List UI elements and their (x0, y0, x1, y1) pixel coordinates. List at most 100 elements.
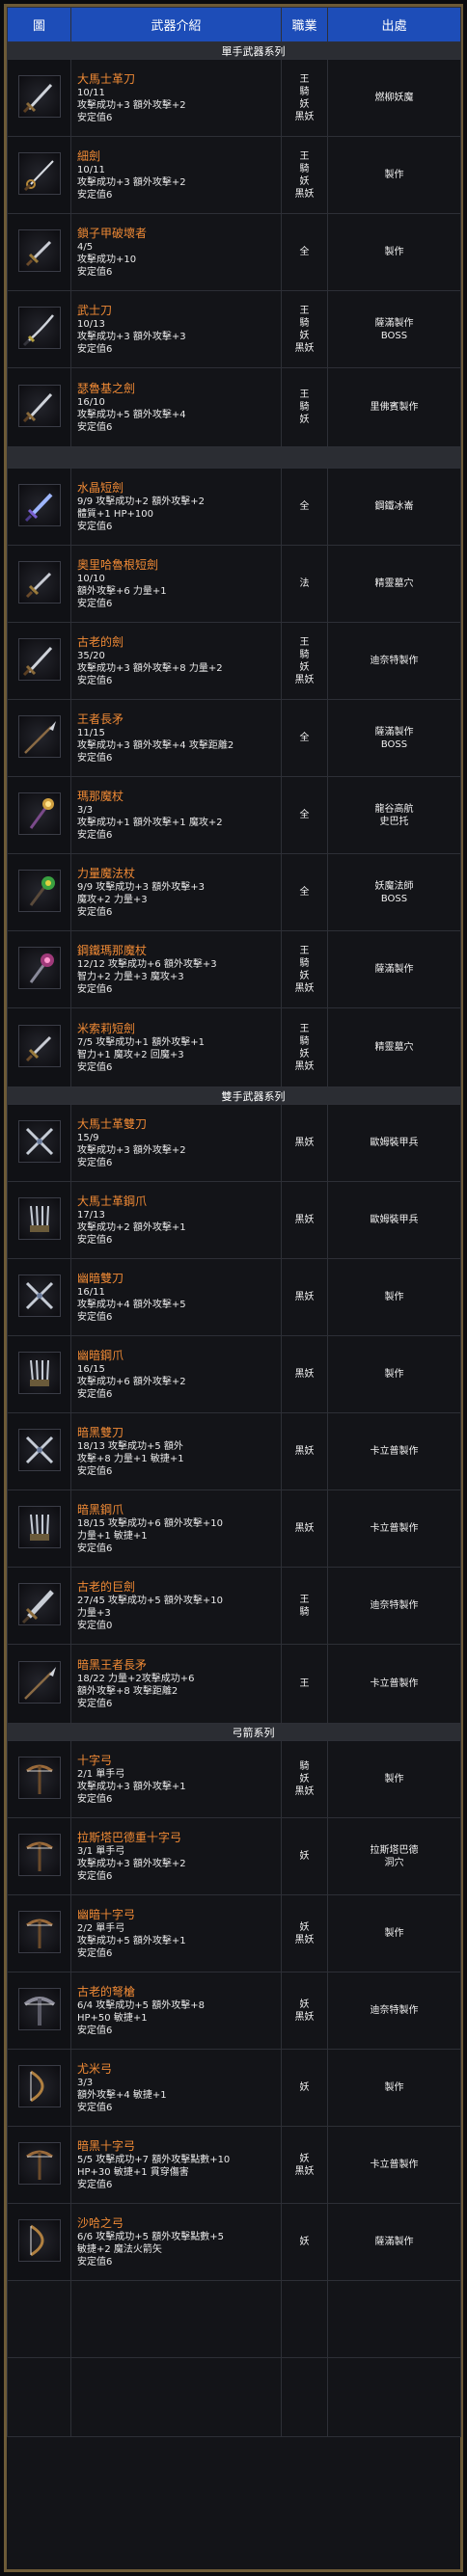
table-row: 水晶短劍 9/9 攻擊成功+2 額外攻擊+2 體質+1 HP+100 安定值6 全 鋼鐵冰… (7, 468, 461, 546)
weapon-stat-line: 攻擊成功+3 額外攻擊+2 (77, 1858, 186, 1869)
empty-cell (281, 2357, 328, 2437)
weapon-class-cell: 黑妖 (281, 1412, 328, 1490)
weapon-stat-line: 35/20 (77, 650, 105, 661)
weapon-stat-line: 安定值6 (77, 675, 113, 686)
class-label: 全 (299, 887, 310, 898)
weapon-description-cell: 鎖子甲破壞者 4/5 攻擊成功+10 安定值6 (70, 213, 282, 291)
weapon-class-cell: 王 (281, 1644, 328, 1724)
table-row: 王者長矛 11/15 攻擊成功+3 額外攻擊+4 攻擊距離2 安定值6 全 薩滿製作 BOS… (7, 699, 461, 777)
weapon-stat-line: 7/5 攻擊成功+1 額外攻擊+1 (77, 1036, 205, 1048)
weapon-class-cell: 王騎 (281, 1567, 328, 1645)
source-label: BOSS (380, 330, 408, 341)
weapon-stat-line: 額外攻擊+8 攻擊距離2 (77, 1685, 179, 1697)
weapon-image-cell (7, 1894, 71, 1972)
weapon-name: 暗黑鋼爪 (77, 1502, 124, 1516)
weapon-name: 鋼鐵瑪那魔杖 (77, 943, 148, 957)
dual-blade-icon (17, 1120, 61, 1163)
rapier-icon (17, 152, 61, 195)
class-label: 王 (299, 1023, 310, 1034)
weapon-stat-line: 安定值6 (77, 906, 113, 918)
spear-icon (17, 1661, 61, 1704)
weapon-stat-line: 安定值6 (77, 829, 113, 841)
class-label: 王 (299, 389, 310, 400)
class-label: 黑妖 (294, 674, 315, 685)
class-label: 黑妖 (294, 1786, 315, 1797)
table-header-row: 圖 武器介紹 職業 出處 (7, 7, 461, 42)
weapon-image-cell (7, 468, 71, 546)
weapon-source-cell: 迪奈特製作 (327, 622, 461, 700)
class-label: 全 (299, 501, 310, 512)
table-row: 沙哈之弓 6/6 攻擊成功+5 額外攻擊點數+5 敏捷+2 魔法火箭矢 安定值6 妖 薩滿… (7, 2203, 461, 2281)
claw-icon (17, 1506, 61, 1548)
class-label: 全 (299, 247, 310, 257)
weapon-stat-line: 9/9 攻擊成功+3 額外攻擊+3 (77, 881, 205, 893)
class-label: 黑妖 (294, 1215, 315, 1225)
weapon-stat-line: 安定值0 (77, 1620, 113, 1631)
weapon-stat-line: 攻擊成功+3 額外攻擊+8 力量+2 (77, 662, 223, 674)
weapon-image-cell (7, 930, 71, 1008)
source-label: 製作 (384, 1774, 404, 1784)
table-row: 大馬士革刀 10/11 攻擊成功+3 額外攻擊+2 安定值6 王騎妖黑妖 燃柳妖魔 (7, 59, 461, 137)
class-label: 妖 (299, 330, 310, 341)
weapon-class-cell: 全 (281, 699, 328, 777)
weapon-source-cell: 燃柳妖魔 (327, 59, 461, 137)
header-image: 圖 (7, 7, 71, 42)
class-label: 騎 (299, 163, 310, 174)
weapon-image-cell (7, 1412, 71, 1490)
weapon-name: 水晶短劍 (77, 480, 124, 495)
weapon-name: 幽暗雙刀 (77, 1271, 124, 1285)
weapon-stat-line: 5/5 攻擊成功+7 額外攻擊點數+10 (77, 2154, 231, 2165)
class-label: 王 (299, 636, 310, 648)
section-title (7, 446, 461, 469)
table-row: 幽暗鋼爪 16/15 攻擊成功+6 額外攻擊+2 安定值6 黑妖 製作 (7, 1335, 461, 1413)
weapon-stat-line: 敏捷+2 魔法火箭矢 (77, 2243, 162, 2255)
weapon-description-cell: 水晶短劍 9/9 攻擊成功+2 額外攻擊+2 體質+1 HP+100 安定值6 (70, 468, 282, 546)
weapon-stat-line: 攻擊成功+3 額外攻擊+4 攻擊距離2 (77, 739, 234, 751)
bow-icon (17, 2065, 61, 2107)
weapon-image-cell (7, 853, 71, 931)
weapon-image-cell (7, 1644, 71, 1724)
weapon-description-cell: 暗黑鋼爪 18/15 攻擊成功+6 額外攻擊+10 力量+1 敏捷+1 安定值6 (70, 1489, 282, 1568)
weapon-stat-line: 18/22 力量+2攻擊成功+6 (77, 1673, 195, 1684)
weapon-stat-line: 3/3 (77, 804, 94, 816)
sword-icon (17, 75, 61, 118)
weapon-source-cell: 龍谷高航 史巴托 (327, 776, 461, 854)
weapon-name: 大馬士革刀 (77, 71, 136, 86)
weapon-stat-line: 力量+1 敏捷+1 (77, 1530, 148, 1542)
source-label: BOSS (380, 738, 408, 750)
weapon-source-cell: 迪奈特製作 (327, 1567, 461, 1645)
table-row: 古老的巨劍 27/45 攻擊成功+5 額外攻擊+10 力量+3 安定值0 王騎迪奈特製作 (7, 1567, 461, 1645)
wand-icon (17, 792, 61, 835)
weapon-source-cell: 薩滿製作 (327, 930, 461, 1008)
weapon-name: 十字弓 (77, 1753, 113, 1767)
class-label: 黑妖 (294, 2011, 315, 2023)
weapon-stat-line: HP+30 敏捷+1 貫穿傷害 (77, 2166, 189, 2178)
weapon-description-cell: 奧里哈魯根短劍 10/10 額外攻擊+6 力量+1 安定值6 (70, 545, 282, 623)
weapon-stat-line: 攻擊成功+3 額外攻擊+2 (77, 99, 186, 111)
weapon-stat-line: 17/13 (77, 1209, 105, 1221)
weapon-stat-line: 安定值6 (77, 189, 113, 201)
weapon-stat-line: 10/11 (77, 164, 105, 175)
weapon-source-cell: 製作 (327, 213, 461, 291)
source-label: 薩滿製作 (374, 726, 414, 738)
source-label: 迪奈特製作 (370, 656, 419, 666)
weapon-stat-line: 安定值6 (77, 1388, 113, 1400)
weapon-class-cell: 王騎妖黑妖 (281, 622, 328, 700)
weapon-stat-line: 攻擊成功+10 (77, 254, 137, 265)
weapon-description-cell: 大馬士革刀 10/11 攻擊成功+3 額外攻擊+2 安定值6 (70, 59, 282, 137)
weapon-stat-line: 3/1 單手弓 (77, 1845, 125, 1857)
weapon-stat-line: 安定值6 (77, 598, 113, 609)
empty-cell (327, 2357, 461, 2437)
weapon-stat-line: 安定值6 (77, 1947, 113, 1959)
weapon-description-cell: 拉斯塔巴德重十字弓 3/1 單手弓 攻擊成功+3 額外攻擊+2 安定值6 (70, 1817, 282, 1895)
class-label: 黑妖 (294, 1138, 315, 1148)
class-label: 全 (299, 810, 310, 820)
weapon-source-cell: 卡立普製作 (327, 1489, 461, 1568)
table-body: 單手武器系列 大馬士革刀 10/11 攻擊成功+3 額外攻擊+2 安定值6 王騎妖黑妖 燃柳… (7, 41, 461, 2437)
weapon-name: 古老的巨劍 (77, 1579, 136, 1594)
weapon-image-cell (7, 2203, 71, 2281)
dual-blade-icon (17, 1429, 61, 1471)
bow-icon (17, 2219, 61, 2262)
weapon-stat-line: 額外攻擊+4 敏捷+1 (77, 2089, 167, 2101)
weapon-image-cell (7, 290, 71, 368)
